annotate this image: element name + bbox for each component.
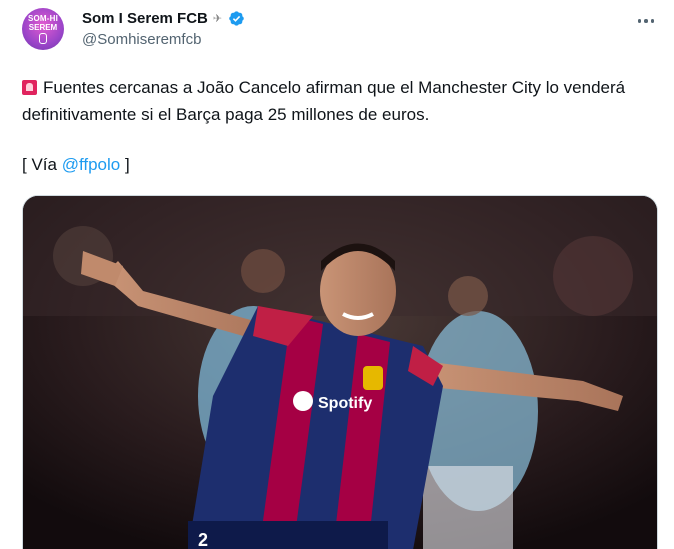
source-line: [ Vía @ffpolo ] bbox=[22, 155, 130, 175]
verified-badge-icon bbox=[229, 11, 244, 26]
tweet-text: Fuentes cercanas a João Cancelo afirman … bbox=[22, 74, 647, 128]
author-handle[interactable]: @Somhiseremfcb bbox=[82, 31, 201, 48]
jersey-sponsor: Spotify bbox=[318, 395, 372, 412]
author-name-row[interactable]: Som I Serem FCB ✈ bbox=[82, 10, 245, 27]
display-name[interactable]: Som I Serem FCB bbox=[82, 10, 208, 27]
photo-football-celebration: Spotify 2 bbox=[23, 196, 657, 549]
avatar-text-line2: SEREM bbox=[28, 23, 58, 32]
tweet-card[interactable]: SOM-HI SEREM Som I Serem FCB ✈ @Somhiser… bbox=[0, 0, 674, 549]
avatar-text-line1: SOM-HI bbox=[27, 14, 59, 23]
more-options-icon[interactable] bbox=[632, 12, 660, 30]
avatar[interactable]: SOM-HI SEREM bbox=[22, 8, 64, 50]
tweet-body: Fuentes cercanas a João Cancelo afirman … bbox=[22, 78, 626, 124]
via-mention-link[interactable]: @ffpolo bbox=[62, 155, 121, 174]
tweet-photo[interactable]: Spotify 2 bbox=[22, 195, 658, 549]
via-suffix: ] bbox=[120, 155, 130, 174]
microphone-icon bbox=[39, 33, 47, 44]
siren-icon bbox=[22, 80, 37, 95]
via-prefix: [ Vía bbox=[22, 155, 62, 174]
jersey-number: 2 bbox=[198, 530, 208, 549]
paper-plane-icon: ✈ bbox=[212, 13, 223, 25]
